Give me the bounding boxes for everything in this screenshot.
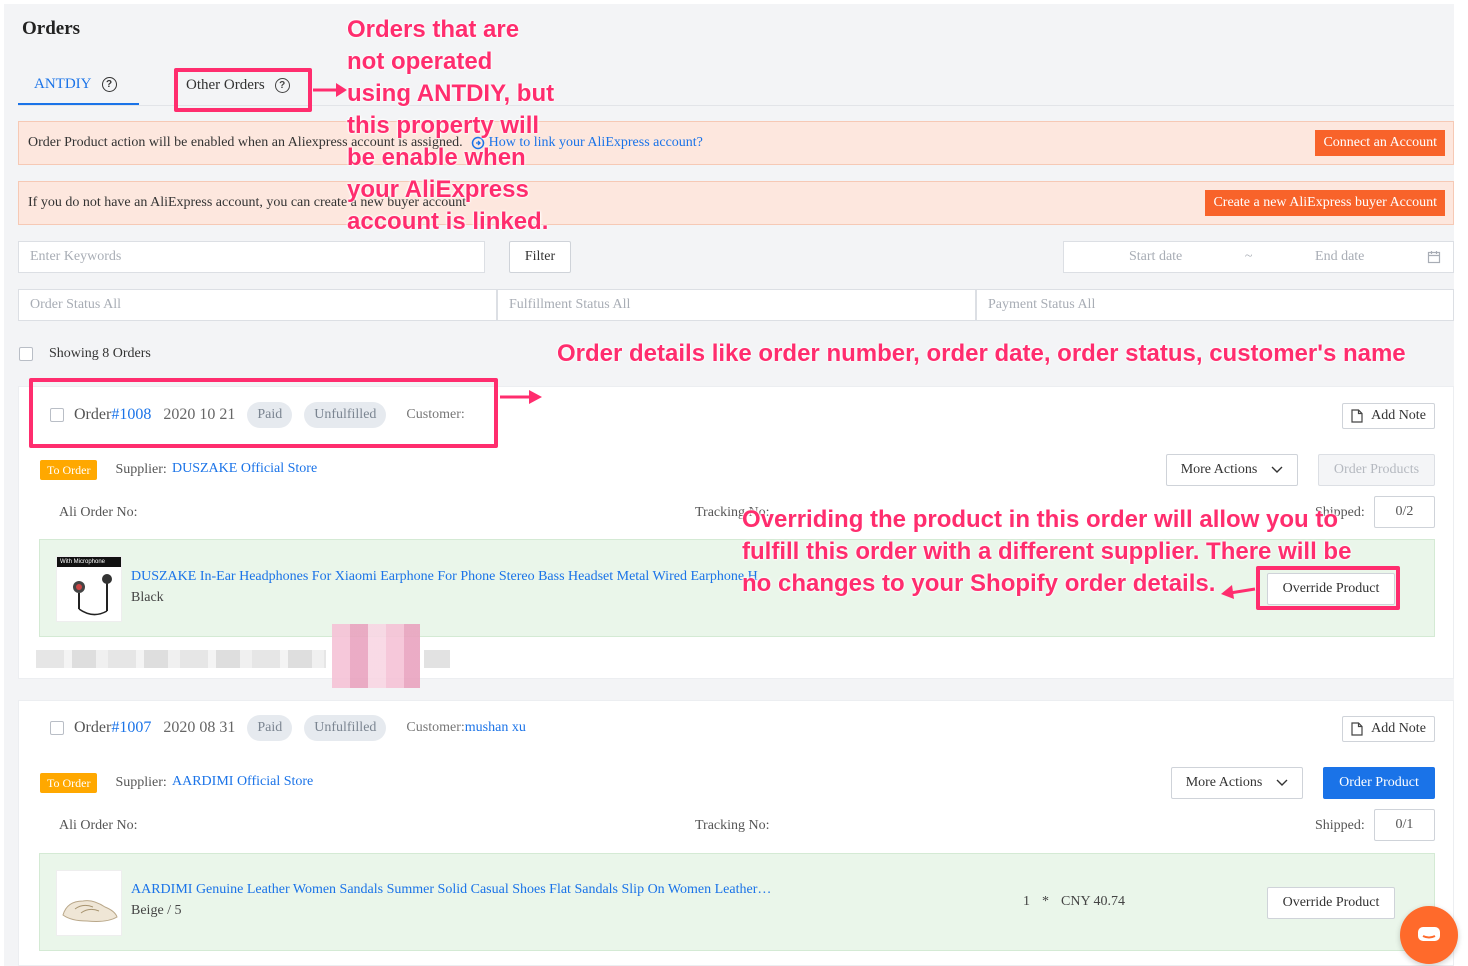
payment-status-badge: Paid: [247, 715, 293, 741]
more-actions-label: More Actions: [1180, 462, 1258, 477]
document-icon: [1351, 722, 1363, 736]
add-note-label: Add Note: [1371, 408, 1426, 423]
tab-antdiy[interactable]: ANTDIY ?: [18, 66, 139, 105]
annotation-other-orders: Orders that are not operated using ANTDI…: [347, 14, 554, 238]
customer-label: Customer:: [406, 720, 465, 735]
annotation-line: not operated: [347, 48, 493, 75]
blurred-image: [332, 624, 420, 688]
fulfillment-status-select[interactable]: Fulfillment Status All: [497, 289, 976, 321]
ali-order-label: Ali Order No:: [59, 818, 138, 833]
ali-order-label: Ali Order No:: [59, 505, 138, 520]
more-actions-dropdown[interactable]: More Actions: [1166, 454, 1298, 486]
supplier-label: Supplier:: [115, 775, 167, 790]
chat-button[interactable]: [1400, 906, 1458, 964]
more-actions-label: More Actions: [1185, 775, 1263, 790]
annotation-line: Orders that are: [347, 16, 520, 43]
add-note-button[interactable]: Add Note: [1342, 716, 1435, 742]
order-number-link[interactable]: #1007: [111, 719, 151, 737]
more-actions-dropdown[interactable]: More Actions: [1171, 767, 1303, 799]
annotation-line: your AliExpress: [347, 176, 529, 203]
order-products-button[interactable]: Order Products: [1318, 454, 1435, 486]
help-circle-icon[interactable]: ?: [101, 77, 117, 92]
quantity-price: 1 * CNY 40.74: [1023, 894, 1125, 910]
filter-button[interactable]: Filter: [509, 241, 571, 273]
product-thumbnail: With Microphone: [56, 556, 122, 622]
earphone-image: [73, 574, 112, 616]
start-date-input[interactable]: Start date: [1129, 249, 1182, 265]
supplier-label: Supplier:: [115, 462, 167, 477]
to-order-badge: To Order: [40, 460, 98, 480]
annotation-override: Overriding the product in this order wil…: [742, 504, 1351, 600]
annotation-line: this property will: [347, 112, 540, 139]
annotation-arrow: [313, 83, 347, 97]
chevron-down-icon: [1271, 466, 1283, 473]
order-header: Order #1007 2020 08 31 Paid Unfulfilled …: [50, 715, 526, 741]
annotation-line: using ANTDIY, but: [347, 80, 555, 107]
calendar-icon: [1427, 251, 1441, 264]
override-product-button[interactable]: Override Product: [1267, 887, 1395, 919]
keyword-search-input[interactable]: Enter Keywords: [18, 241, 485, 273]
create-buyer-account-button[interactable]: Create a new AliExpress buyer Account: [1205, 190, 1445, 216]
highlight-order-details: [29, 378, 498, 448]
add-note-label: Add Note: [1371, 721, 1426, 736]
annotation-line: no changes to your Shopify order details…: [742, 570, 1216, 597]
annotation-order-details: Order details like order number, order d…: [557, 340, 1406, 367]
supplier-row: To Order Supplier:: [40, 773, 167, 793]
product-quantity: 1: [1023, 894, 1030, 909]
annotation-arrow: [500, 390, 542, 404]
order-status-select[interactable]: Order Status All: [18, 289, 497, 321]
order-label: Order: [74, 719, 112, 736]
order-checkbox[interactable]: [50, 721, 64, 735]
showing-count: Showing 8 Orders: [49, 346, 151, 361]
order-product-button[interactable]: Order Product: [1323, 767, 1435, 799]
annotation-line: fulfill this order with a different supp…: [742, 538, 1352, 565]
end-date-input[interactable]: End date: [1315, 249, 1364, 265]
product-title-link[interactable]: DUSZAKE In-Ear Headphones For Xiaomi Ear…: [131, 569, 758, 585]
product-variant: Black: [131, 590, 164, 605]
connect-account-button[interactable]: Connect an Account: [1315, 130, 1445, 156]
supplier-link[interactable]: AARDIMI Official Store: [172, 774, 313, 790]
highlight-other-orders: [174, 68, 312, 112]
supplier-link[interactable]: DUSZAKE Official Store: [172, 461, 317, 477]
shipped-count: 0/2: [1374, 496, 1435, 528]
select-all-checkbox[interactable]: [19, 347, 33, 361]
multiply-sign: *: [1042, 894, 1049, 909]
page-title: Orders: [22, 18, 81, 39]
product-title-link[interactable]: AARDIMI Genuine Leather Women Sandals Su…: [131, 882, 771, 898]
create-account-banner: If you do not have an AliExpress account…: [18, 181, 1454, 225]
tab-antdiy-label: ANTDIY: [34, 76, 92, 92]
supplier-row: To Order Supplier:: [40, 460, 167, 480]
product-line-item: AARDIMI Genuine Leather Women Sandals Su…: [39, 853, 1435, 951]
payment-status-select[interactable]: Payment Status All: [976, 289, 1454, 321]
blurred-text: [424, 650, 450, 668]
product-thumbnail: [56, 870, 122, 936]
connect-account-banner: Order Product action will be enabled whe…: [18, 121, 1454, 165]
document-icon: [1351, 409, 1363, 423]
shipped-count: 0/1: [1374, 809, 1435, 841]
order-date: 2020 08 31: [163, 719, 236, 736]
select-all-row: Showing 8 Orders: [19, 346, 151, 362]
blurred-text: [36, 650, 326, 668]
annotation-line: account is linked.: [347, 208, 549, 235]
shipped-label: Shipped:: [1315, 818, 1365, 833]
chevron-down-icon: [1276, 779, 1288, 786]
product-price: CNY 40.74: [1061, 894, 1126, 909]
chat-icon: [1418, 927, 1440, 941]
to-order-badge: To Order: [40, 773, 98, 793]
annotation-line: be enable when: [347, 144, 526, 171]
date-separator: ~: [1244, 249, 1253, 264]
tracking-label: Tracking No:: [695, 818, 770, 833]
thumb-caption: With Microphone: [57, 557, 121, 567]
date-range-picker[interactable]: Start date ~ End date: [1063, 241, 1454, 273]
fulfillment-status-badge: Unfulfilled: [304, 715, 387, 741]
order-card-1007: Order #1007 2020 08 31 Paid Unfulfilled …: [18, 700, 1454, 966]
sandal-image: [62, 900, 118, 922]
add-note-button[interactable]: Add Note: [1342, 403, 1435, 429]
customer-name-link[interactable]: mushan xu: [465, 720, 526, 736]
annotation-line: Overriding the product in this order wil…: [742, 506, 1339, 533]
product-variant: Beige / 5: [131, 903, 182, 918]
